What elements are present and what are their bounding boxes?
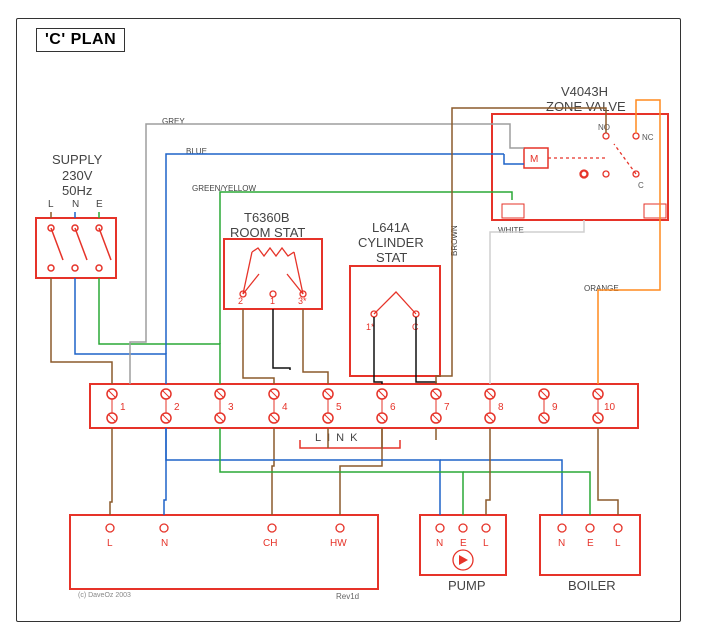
- boiler-block: N E L: [540, 515, 640, 575]
- junction-link-bracket: [300, 440, 400, 448]
- supply-block: [36, 212, 116, 278]
- svg-text:5: 5: [336, 402, 342, 413]
- svg-text:6: 6: [390, 402, 396, 413]
- svg-text:N: N: [161, 538, 168, 549]
- svg-text:N: N: [436, 538, 443, 549]
- zonevalve-block: M NO NC C: [492, 114, 668, 220]
- svg-text:1: 1: [270, 296, 275, 306]
- roomstat-block: 2 1 3*: [224, 239, 322, 309]
- wiring-svg: 2 1 3* 1* C M: [0, 0, 702, 641]
- svg-text:C: C: [638, 181, 644, 190]
- cylinderstat-block: 1* C: [350, 266, 440, 376]
- svg-text:E: E: [587, 538, 594, 549]
- pump-block: N E L: [420, 515, 506, 575]
- svg-text:2: 2: [174, 402, 180, 413]
- svg-text:N: N: [558, 538, 565, 549]
- svg-text:3*: 3*: [298, 296, 307, 306]
- svg-text:NC: NC: [642, 133, 654, 142]
- svg-text:2: 2: [238, 296, 243, 306]
- svg-text:E: E: [460, 538, 467, 549]
- timectrl-block: L N CH HW: [70, 515, 378, 589]
- svg-text:1: 1: [120, 402, 126, 413]
- svg-text:HW: HW: [330, 538, 347, 549]
- svg-text:M: M: [530, 154, 538, 165]
- svg-text:NO: NO: [598, 123, 610, 132]
- svg-text:4: 4: [282, 402, 288, 413]
- svg-text:CH: CH: [263, 538, 277, 549]
- svg-text:3: 3: [228, 402, 234, 413]
- diagram-page: 'C' PLAN SUPPLY 230V 50Hz L N E T6360B R…: [0, 0, 702, 641]
- svg-text:9: 9: [552, 402, 558, 413]
- svg-text:L: L: [107, 538, 113, 549]
- svg-text:8: 8: [498, 402, 504, 413]
- svg-text:L: L: [615, 538, 621, 549]
- svg-text:10: 10: [604, 402, 616, 413]
- svg-text:L: L: [483, 538, 489, 549]
- svg-text:7: 7: [444, 402, 450, 413]
